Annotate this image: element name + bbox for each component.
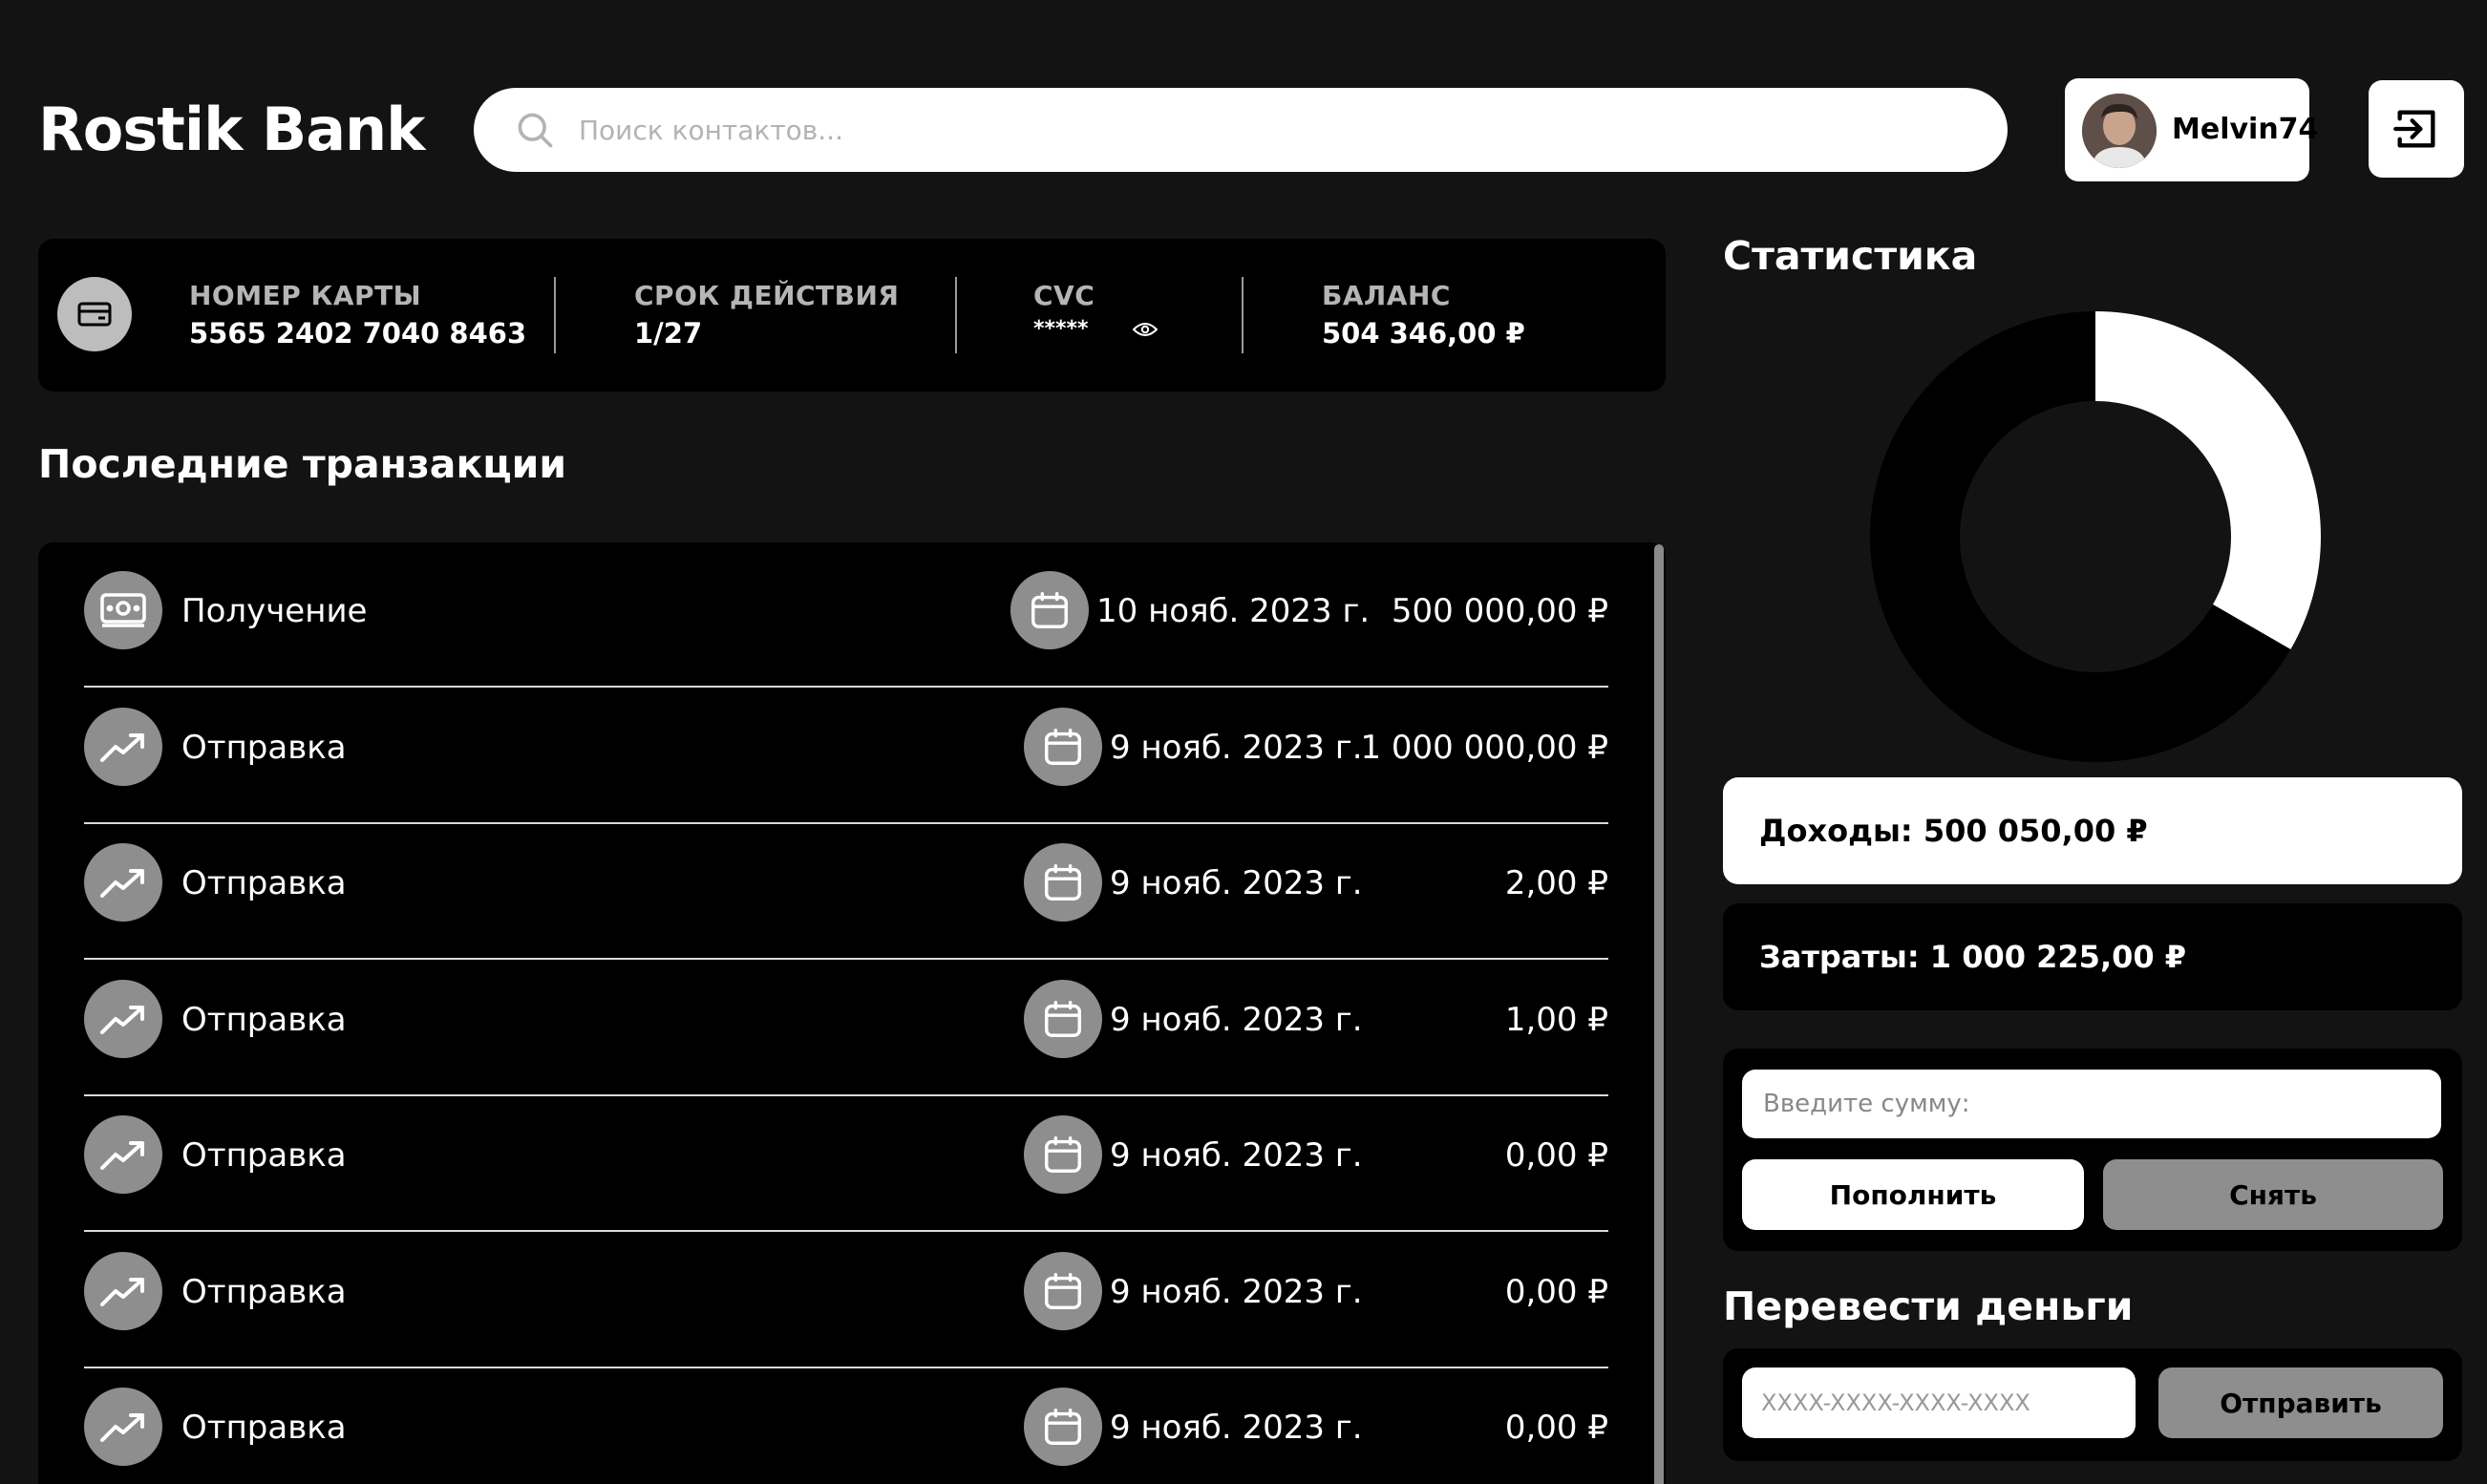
- card-number-input[interactable]: [1742, 1367, 2136, 1438]
- transaction-amount: 0,00 ₽: [1504, 1272, 1608, 1311]
- send-button[interactable]: Отправить: [2158, 1367, 2443, 1438]
- transaction-row[interactable]: Отправка 9 нояб. 2023 г. 2,00 ₽: [84, 824, 1608, 960]
- statistics-donut-chart: [1870, 311, 2321, 762]
- trend-up-icon: [84, 1251, 162, 1330]
- trend-up-icon: [84, 843, 162, 922]
- calendar-icon: [1024, 979, 1102, 1058]
- calendar-icon: [1010, 571, 1089, 649]
- app-logo: Rostik Bank: [38, 95, 425, 164]
- transaction-date: 9 нояб. 2023 г.: [1110, 1272, 1363, 1311]
- balance-operations-panel: Пополнить Снять: [1723, 1049, 2462, 1251]
- transaction-amount: 2,00 ₽: [1504, 864, 1608, 902]
- cash-icon: [84, 571, 162, 649]
- transaction-type: Отправка: [181, 728, 347, 767]
- transaction-type: Отправка: [181, 1000, 347, 1039]
- divider: [1242, 277, 1244, 353]
- dashboard-page: Rostik Bank Melvin74: [0, 0, 2487, 1484]
- expense-text: Затраты: 1 000 225,00 ₽: [1759, 939, 2187, 975]
- card-number-value: 5565 2402 7040 8463: [189, 317, 527, 350]
- card-cvc-value: *****: [1033, 317, 1089, 341]
- search-icon: [518, 113, 553, 148]
- transaction-row[interactable]: Отправка 9 нояб. 2023 г. 0,00 ₽: [84, 1233, 1608, 1368]
- divider: [554, 277, 556, 353]
- calendar-icon: [1024, 1115, 1102, 1194]
- transaction-row[interactable]: Отправка 9 нояб. 2023 г. 0,00 ₽: [84, 1368, 1608, 1484]
- trend-up-icon: [84, 979, 162, 1058]
- transaction-amount: 1,00 ₽: [1504, 1000, 1608, 1039]
- transfer-panel: Отправить: [1723, 1348, 2462, 1461]
- transaction-type: Получение: [181, 592, 368, 630]
- card-expiry-value: 1/27: [634, 317, 703, 350]
- calendar-icon: [1024, 707, 1102, 786]
- card-expiry-label: СРОК ДЕЙСТВИЯ: [634, 280, 900, 311]
- transaction-row[interactable]: Отправка 9 нояб. 2023 г. 1,00 ₽: [84, 961, 1608, 1096]
- income-summary: Доходы: 500 050,00 ₽: [1723, 777, 2462, 884]
- divider: [955, 277, 957, 353]
- trend-up-icon: [84, 707, 162, 786]
- transaction-date: 9 нояб. 2023 г.: [1110, 1409, 1363, 1447]
- calendar-icon: [1024, 1251, 1102, 1330]
- card-expiry-field: СРОК ДЕЙСТВИЯ 1/27: [634, 279, 900, 353]
- transaction-type: Отправка: [181, 864, 347, 902]
- card-balance-value: 504 346,00 ₽: [1322, 317, 1525, 350]
- transaction-type: Отправка: [181, 1409, 347, 1447]
- deposit-button[interactable]: Пополнить: [1742, 1159, 2084, 1230]
- transactions-title: Последние транзакции: [38, 441, 567, 487]
- transaction-date: 9 нояб. 2023 г.: [1110, 1000, 1363, 1039]
- calendar-icon: [1024, 843, 1102, 922]
- calendar-icon: [1024, 1388, 1102, 1466]
- transaction-type: Отправка: [181, 1136, 347, 1175]
- credit-card-icon: [57, 277, 132, 351]
- transaction-date: 9 нояб. 2023 г.: [1110, 728, 1363, 767]
- username-label: Melvin74: [2172, 113, 2319, 146]
- trend-up-icon: [84, 1115, 162, 1194]
- card-cvc-label: CVC: [1033, 280, 1095, 311]
- card-info-panel: НОМЕР КАРТЫ 5565 2402 7040 8463 СРОК ДЕЙ…: [38, 239, 1666, 392]
- transaction-amount: 500 000,00 ₽: [1391, 592, 1608, 630]
- transaction-row[interactable]: Отправка 9 нояб. 2023 г. 0,00 ₽: [84, 1096, 1608, 1232]
- logout-button[interactable]: [2369, 80, 2464, 178]
- statistics-title: Статистика: [1723, 233, 1978, 279]
- donut-slice-income: [2095, 311, 2321, 649]
- transaction-amount: 0,00 ₽: [1504, 1409, 1608, 1447]
- trend-up-icon: [84, 1388, 162, 1466]
- transactions-scrollbar[interactable]: [1654, 544, 1664, 1484]
- expense-summary: Затраты: 1 000 225,00 ₽: [1723, 903, 2462, 1010]
- transactions-list[interactable]: Получение 10 нояб. 2023 г. 500 000,00 ₽ Отп…: [38, 542, 1666, 1484]
- transaction-row[interactable]: Отправка 9 нояб. 2023 г. 1 000 000,00 ₽: [84, 689, 1608, 824]
- eye-icon[interactable]: [1133, 321, 1158, 338]
- card-number-field: НОМЕР КАРТЫ 5565 2402 7040 8463: [189, 279, 526, 353]
- logout-icon: [2393, 110, 2435, 148]
- withdraw-button[interactable]: Снять: [2103, 1159, 2443, 1230]
- avatar: [2082, 94, 2157, 168]
- income-text: Доходы: 500 050,00 ₽: [1759, 813, 2148, 849]
- amount-input[interactable]: [1742, 1070, 2441, 1138]
- user-profile-chip[interactable]: Melvin74: [2065, 78, 2318, 181]
- transaction-type: Отправка: [181, 1272, 347, 1311]
- card-cvc-field: CVC *****: [1033, 279, 1095, 346]
- transaction-row[interactable]: Получение 10 нояб. 2023 г. 500 000,00 ₽: [84, 552, 1608, 688]
- transaction-date: 9 нояб. 2023 г.: [1110, 864, 1363, 902]
- card-balance-field: БАЛАНС 504 346,00 ₽: [1322, 279, 1525, 353]
- transaction-date: 9 нояб. 2023 г.: [1110, 1136, 1363, 1175]
- transaction-amount: 0,00 ₽: [1504, 1136, 1608, 1175]
- transfer-title: Перевести деньги: [1723, 1283, 2134, 1329]
- transaction-date: 10 нояб. 2023 г.: [1096, 592, 1371, 630]
- contact-search-bar[interactable]: [474, 88, 2008, 172]
- transaction-amount: 1 000 000,00 ₽: [1360, 728, 1608, 767]
- card-balance-label: БАЛАНС: [1322, 280, 1451, 311]
- card-number-label: НОМЕР КАРТЫ: [189, 280, 422, 311]
- search-input[interactable]: [579, 101, 1964, 159]
